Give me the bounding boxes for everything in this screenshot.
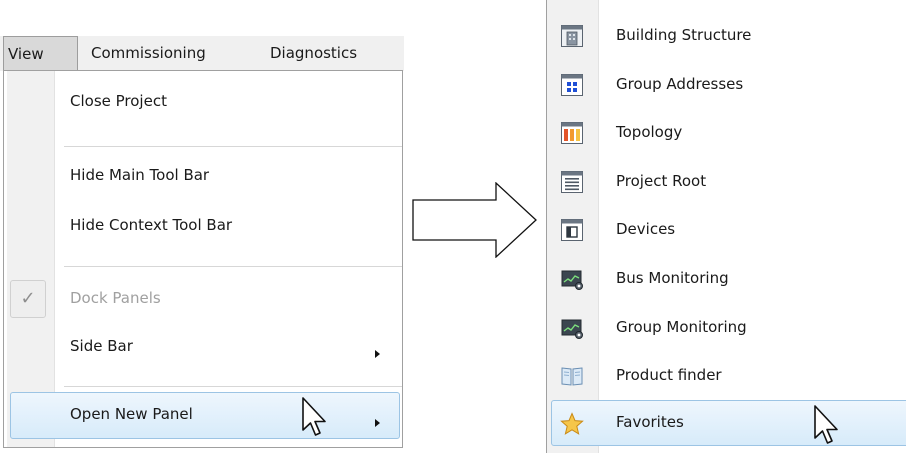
book-icon: [561, 367, 583, 386]
open-new-panel-submenu: [546, 0, 906, 453]
menu-item-highlight: [10, 392, 400, 439]
submenu-item-highlight: [551, 400, 906, 446]
submenu-arrow-icon: [375, 419, 380, 427]
menu-separator: [64, 266, 402, 267]
menu-item-hide-main-tool-bar[interactable]: Hide Main Tool Bar: [70, 166, 209, 184]
menu-diagnostics[interactable]: Diagnostics: [270, 36, 357, 71]
menu-icon-gutter: [7, 71, 54, 447]
mouse-cursor-icon: [814, 405, 838, 444]
menu-item-hide-context-tool-bar[interactable]: Hide Context Tool Bar: [70, 216, 232, 234]
menu-item-dock-panels: Dock Panels: [70, 289, 161, 307]
submenu-item-product-finder[interactable]: Product finder: [616, 366, 722, 384]
building-icon: [561, 25, 583, 47]
submenu-gutter-divider: [598, 0, 599, 453]
monitor-icon: [561, 319, 583, 339]
submenu-item-group-monitoring[interactable]: Group Monitoring: [616, 318, 747, 336]
menu-separator: [64, 386, 402, 387]
submenu-item-building-structure[interactable]: Building Structure: [616, 26, 751, 44]
submenu-item-topology[interactable]: Topology: [616, 123, 682, 141]
menu-bar: View Commissioning Diagnostics: [0, 36, 404, 71]
menu-item-close-project[interactable]: Close Project: [70, 92, 167, 110]
transition-arrow-icon: [412, 182, 537, 258]
topology-icon: [561, 122, 583, 144]
menu-commissioning[interactable]: Commissioning: [91, 36, 206, 71]
submenu-arrow-icon: [375, 350, 380, 358]
menu-gutter-divider: [54, 71, 55, 447]
checkmark-icon: ✓: [10, 280, 46, 318]
project-root-icon: [561, 171, 583, 193]
monitor-icon: [561, 270, 583, 290]
submenu-item-project-root[interactable]: Project Root: [616, 172, 706, 190]
menu-separator: [64, 146, 402, 147]
devices-icon: [561, 219, 583, 241]
menu-item-side-bar[interactable]: Side Bar: [70, 337, 133, 355]
submenu-item-devices[interactable]: Devices: [616, 220, 675, 238]
group-addresses-icon: [561, 74, 583, 96]
submenu-item-favorites[interactable]: Favorites: [616, 413, 684, 431]
menu-item-open-new-panel[interactable]: Open New Panel: [70, 405, 193, 423]
mouse-cursor-icon: [302, 397, 326, 436]
submenu-item-group-addresses[interactable]: Group Addresses: [616, 75, 743, 93]
star-icon: [560, 412, 584, 435]
menu-view[interactable]: View: [3, 36, 78, 71]
submenu-item-bus-monitoring[interactable]: Bus Monitoring: [616, 269, 729, 287]
